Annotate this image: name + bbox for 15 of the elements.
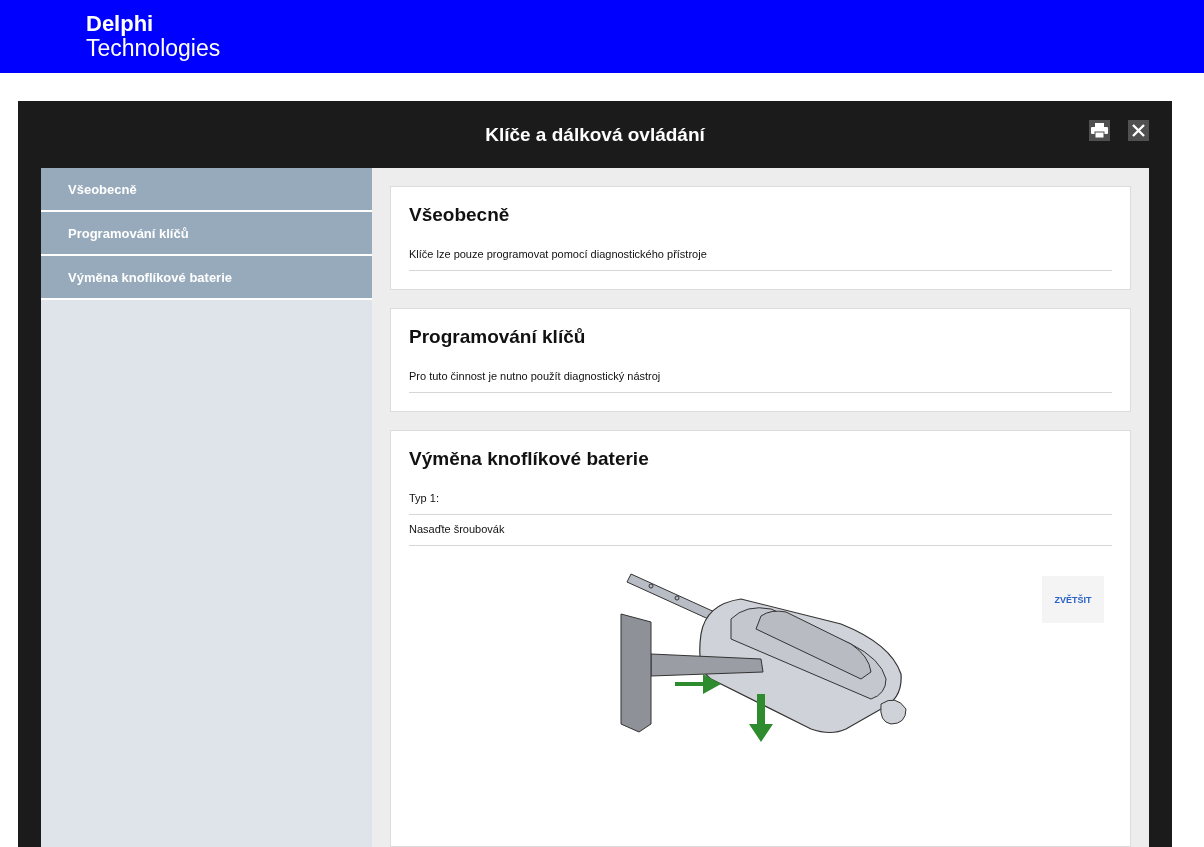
close-button[interactable] (1128, 120, 1149, 141)
instruction-text: Nasaďte šroubovák (409, 515, 1112, 546)
print-button[interactable] (1089, 120, 1110, 141)
sidebar-item[interactable]: Výměna knoflíkové baterie (41, 256, 372, 300)
instruction-text: Typ 1: (409, 484, 1112, 515)
section-title: Výměna knoflíkové baterie (409, 448, 650, 470)
instruction-text: Pro tuto činnost je nutno použít diagnostický nástroj (409, 362, 1112, 393)
zoom-button[interactable]: ZVĚTŠIT (1042, 576, 1104, 623)
instruction-text: Klíče lze pouze programovat pomocí diagnostického přístroje (409, 240, 1112, 271)
sidebar-item[interactable]: Programování klíčů (41, 212, 372, 256)
section-title: Všeobecně (409, 204, 511, 226)
section-title: Programování klíčů (409, 326, 587, 348)
dialog-title: Klíče a dálková ovládání (485, 123, 705, 146)
company-logo: Delphi Technologies (86, 13, 221, 60)
sidebar-item[interactable]: Všeobecně (41, 168, 372, 212)
